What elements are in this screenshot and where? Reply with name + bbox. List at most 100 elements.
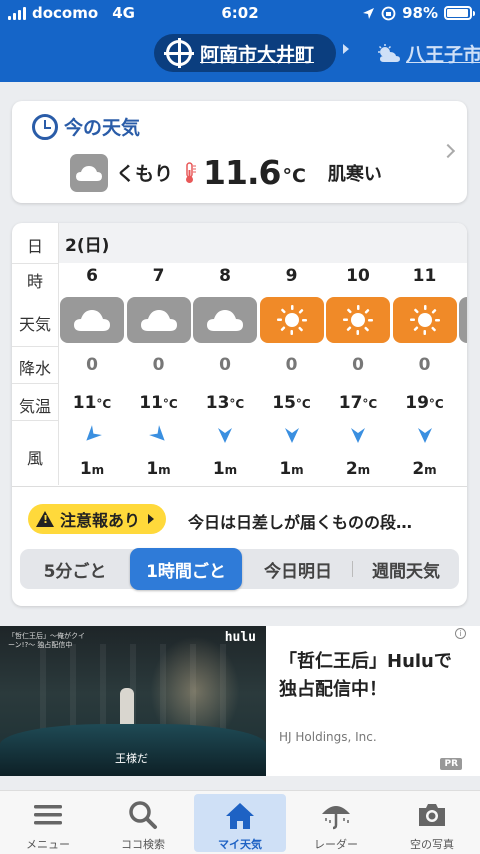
- nav-my-weather[interactable]: マイ天気: [194, 794, 286, 852]
- hour-column: 9 0 15°C 1m: [259, 223, 325, 485]
- wind-speed-value: 2m: [412, 459, 437, 479]
- battery-icon: [444, 6, 475, 20]
- umbrella-icon: [316, 797, 356, 833]
- grid-divider: [12, 346, 59, 347]
- wind-direction-icon: [417, 428, 432, 443]
- camera-icon: [412, 797, 452, 833]
- section-divider: [12, 486, 467, 487]
- wind-direction-icon: [351, 428, 365, 443]
- grid-divider: [12, 383, 59, 384]
- current-location-button[interactable]: 阿南市大井町: [154, 34, 336, 72]
- row-label-wind: 風: [26, 449, 43, 468]
- interval-tabs: 5分ごと 1時間ごと 今日明日 週間天気: [20, 548, 459, 590]
- warning-badge-label: 注意報あり: [60, 511, 141, 530]
- nav-radar[interactable]: レーダー: [290, 793, 382, 853]
- chevron-right-icon: [440, 143, 456, 159]
- bottom-navigation: メニュー ココ検索 マイ天気 レーダー 空の写真: [0, 790, 480, 854]
- rain-value: 0: [352, 355, 364, 375]
- temperature-unit: °C: [282, 165, 306, 187]
- hour-label: 11: [412, 266, 437, 286]
- play-arrow-icon: [148, 514, 155, 524]
- clock-icon: [32, 113, 58, 140]
- hour-label: 10: [346, 266, 370, 286]
- hulu-logo: hulu: [224, 630, 256, 645]
- warning-badge[interactable]: 注意報あり: [28, 504, 167, 534]
- status-right: 98%: [362, 4, 475, 22]
- nav-search-label: ココ検索: [121, 838, 165, 851]
- hour-column: 8 0 13°C 1m: [192, 223, 258, 485]
- wind-speed-value: 1m: [146, 459, 171, 479]
- nav-sky-photo[interactable]: 空の写真: [386, 793, 478, 853]
- tab-hourly[interactable]: 1時間ごと: [130, 548, 242, 590]
- rain-value: 0: [152, 355, 165, 375]
- nav-menu[interactable]: メニュー: [2, 793, 94, 853]
- tab-5min[interactable]: 5分ごと: [24, 549, 126, 589]
- wind-direction-icon: [284, 428, 299, 443]
- cloud-icon: [70, 153, 108, 192]
- wind-direction-icon: [218, 428, 232, 443]
- ad-subtitle: 王様だ: [115, 752, 148, 765]
- nav-sky-photo-label: 空の写真: [410, 838, 454, 851]
- rain-value: 0: [219, 355, 231, 375]
- menu-icon: [28, 797, 68, 833]
- sun-icon: [392, 297, 457, 343]
- hour-column: 6 0 11°C 1m: [59, 223, 125, 485]
- nav-menu-label: メニュー: [26, 838, 70, 851]
- wind-speed-value: 1m: [79, 459, 105, 479]
- row-label-date: 日: [26, 237, 43, 256]
- ad-info-icon[interactable]: i: [455, 628, 466, 639]
- warning-text[interactable]: 今日は日差しが届くものの段…: [188, 509, 412, 533]
- nav-search[interactable]: ココ検索: [97, 793, 189, 853]
- warning-icon: [36, 511, 54, 527]
- app-header: docomo 4G 6:02 98% 阿南市大井町 八王子市: [0, 0, 480, 82]
- sun-icon: [326, 297, 390, 343]
- hour-column: 10 0 17°C 2m: [325, 223, 391, 485]
- orientation-lock-icon: [381, 6, 396, 20]
- wind-direction-icon: [148, 425, 165, 441]
- current-weather-title: 今の天気: [32, 113, 140, 140]
- current-feeling: 肌寒い: [327, 163, 382, 185]
- hour-column: 7 0 11°C 1m: [126, 223, 192, 485]
- current-temperature: 11.6: [203, 153, 281, 192]
- row-label-hour: 時: [26, 272, 43, 291]
- wind-speed-value: 2m: [345, 459, 371, 479]
- tab-weekly[interactable]: 週間天気: [356, 549, 456, 589]
- ad-banner[interactable]: 「哲仁王后」～俺がクイーン!?～ 独占配信中 hulu 王様だ i 「哲仁王后」…: [0, 626, 480, 776]
- battery-percent: 98%: [402, 4, 438, 22]
- next-arrow-icon: [343, 44, 349, 54]
- row-label-weather: 天気: [18, 315, 51, 334]
- nav-radar-label: レーダー: [314, 838, 358, 851]
- ad-title[interactable]: 「哲仁王后」Huluで独占配信中！: [279, 648, 469, 704]
- wind-speed-value: 1m: [212, 459, 238, 479]
- row-label-rain: 降水: [18, 359, 51, 378]
- ad-pr-badge: PR: [440, 758, 462, 770]
- nav-my-weather-label: マイ天気: [218, 838, 262, 851]
- next-location-button[interactable]: 八王子市: [376, 40, 480, 67]
- hour-label: 8: [219, 266, 231, 286]
- temp-value: 11°C: [139, 393, 178, 413]
- ad-image[interactable]: 「哲仁王后」～俺がクイーン!?～ 独占配信中 hulu 王様だ: [0, 626, 266, 776]
- tab-separator: [352, 561, 353, 577]
- partly-cloudy-icon: [378, 43, 400, 62]
- cloud-icon: [60, 297, 124, 343]
- wind-speed-value: 1m: [279, 459, 304, 479]
- ad-company: HJ Holdings, Inc.: [279, 730, 377, 744]
- location-arrow-icon: [363, 7, 375, 19]
- next-location-name: 八王子市: [406, 44, 480, 66]
- gps-target-icon: [164, 38, 194, 68]
- wind-direction-icon: [86, 425, 102, 441]
- temp-value: 13°C: [205, 393, 245, 413]
- cloud-icon: [126, 297, 191, 343]
- temp-value: 17°C: [338, 393, 378, 413]
- current-title-text: 今の天気: [64, 117, 141, 139]
- current-weather-card[interactable]: 今の天気 くもり 11.6 °C 肌寒い: [12, 101, 467, 203]
- status-bar: docomo 4G 6:02 98%: [0, 0, 480, 28]
- hourly-forecast-card: 2(日) 日 時 天気 降水 気温 風 6 0 11°C 1m 7 0 11°C 1m 8 0 13…: [12, 223, 467, 606]
- grid-divider: [12, 420, 59, 421]
- search-icon: [123, 797, 163, 833]
- temp-value: 11°C: [72, 393, 112, 413]
- tab-today-tomorrow[interactable]: 今日明日: [248, 549, 348, 589]
- home-icon: [220, 798, 260, 833]
- hour-label: 9: [285, 266, 298, 286]
- cloud-icon: [193, 297, 257, 343]
